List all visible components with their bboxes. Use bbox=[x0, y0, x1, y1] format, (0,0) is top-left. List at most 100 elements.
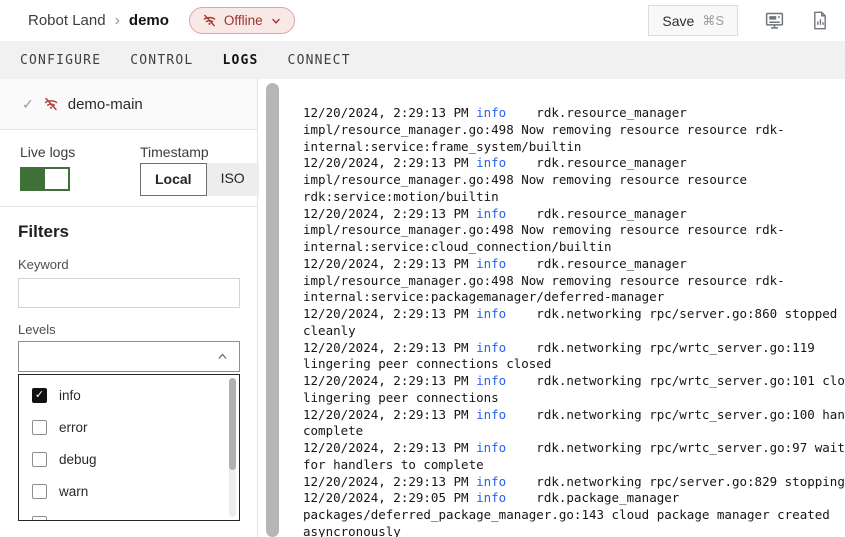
tab-bar: CONFIGURE CONTROL LOGS CONNECT bbox=[0, 41, 845, 79]
log-timestamp: 12/20/2024, 2:29:13 PM bbox=[303, 340, 476, 355]
chevron-down-icon bbox=[270, 15, 282, 27]
filters-title: Filters bbox=[18, 222, 239, 242]
log-level-badge: info bbox=[476, 340, 506, 355]
level-option-label: warn bbox=[59, 484, 88, 499]
checkbox[interactable] bbox=[32, 420, 47, 435]
log-message-continuation: internal:service:cloud_connection/builti… bbox=[303, 239, 845, 256]
status-label: Offline bbox=[224, 13, 263, 28]
log-timestamp: 12/20/2024, 2:29:13 PM bbox=[303, 306, 476, 321]
log-entry: 12/20/2024, 2:29:05 PM info rdk.package_… bbox=[303, 490, 845, 537]
log-entry: 12/20/2024, 2:29:13 PM info rdk.networki… bbox=[303, 373, 845, 407]
log-message-continuation: complete bbox=[303, 423, 845, 440]
timestamp-iso-button[interactable]: ISO bbox=[207, 163, 259, 196]
log-level-badge: info bbox=[476, 105, 506, 120]
levels-select[interactable] bbox=[18, 341, 240, 372]
log-level-badge: info bbox=[476, 440, 506, 455]
checkbox[interactable]: ✓ bbox=[32, 388, 47, 403]
part-selector-demo-main[interactable]: ✓ demo-main bbox=[0, 79, 257, 130]
log-message-continuation: for handlers to complete bbox=[303, 457, 845, 474]
level-option[interactable] bbox=[19, 507, 239, 521]
log-message-continuation: lingering peer connections bbox=[303, 390, 845, 407]
checkbox[interactable] bbox=[32, 516, 47, 522]
timestamp-local-button[interactable]: Local bbox=[140, 163, 207, 196]
log-timestamp: 12/20/2024, 2:29:13 PM bbox=[303, 373, 476, 388]
level-option-debug[interactable]: debug bbox=[19, 443, 239, 475]
log-entry: 12/20/2024, 2:29:13 PM info rdk.networki… bbox=[303, 474, 845, 491]
wifi-off-icon bbox=[202, 13, 217, 28]
save-shortcut: ⌘S bbox=[702, 13, 724, 29]
keyword-label: Keyword bbox=[18, 257, 239, 272]
log-scrollbar-thumb[interactable] bbox=[266, 83, 279, 537]
log-timestamp: 12/20/2024, 2:29:13 PM bbox=[303, 256, 476, 271]
log-timestamp: 12/20/2024, 2:29:13 PM bbox=[303, 155, 476, 170]
log-message-continuation: internal:service:packagemanager/deferred… bbox=[303, 289, 845, 306]
tab-control[interactable]: CONTROL bbox=[130, 49, 193, 72]
log-entry: 12/20/2024, 2:29:13 PM info rdk.networki… bbox=[303, 340, 845, 374]
live-logs-label: Live logs bbox=[20, 144, 75, 160]
breadcrumb-machine[interactable]: demo bbox=[129, 12, 169, 29]
checkbox[interactable] bbox=[32, 484, 47, 499]
level-option-label: info bbox=[59, 388, 81, 403]
log-message-continuation: cleanly bbox=[303, 323, 845, 340]
document-chart-icon[interactable] bbox=[811, 11, 829, 30]
keyword-input[interactable] bbox=[18, 278, 240, 308]
toggle-knob bbox=[45, 169, 68, 189]
timestamp-label: Timestamp bbox=[140, 144, 209, 160]
log-panel: 12/20/2024, 2:29:13 PM info rdk.resource… bbox=[303, 79, 845, 537]
log-message: rdk.networking rpc/wrtc_server.go:100 ha… bbox=[506, 407, 845, 422]
status-dropdown[interactable]: Offline bbox=[189, 7, 295, 34]
log-timestamp: 12/20/2024, 2:29:13 PM bbox=[303, 206, 476, 221]
levels-option-list: ✓ info error debug warn bbox=[19, 375, 239, 521]
breadcrumb-separator: › bbox=[115, 12, 120, 30]
checkbox[interactable] bbox=[32, 452, 47, 467]
tab-logs[interactable]: LOGS bbox=[222, 49, 258, 72]
dropdown-scrollbar-track bbox=[229, 378, 236, 517]
log-entry: 12/20/2024, 2:29:13 PM info rdk.resource… bbox=[303, 256, 845, 306]
log-message-continuation: impl/resource_manager.go:498 Now removin… bbox=[303, 172, 845, 189]
log-entry: 12/20/2024, 2:29:13 PM info rdk.resource… bbox=[303, 105, 845, 155]
save-button[interactable]: Save ⌘S bbox=[648, 5, 738, 36]
log-message-continuation: impl/resource_manager.go:498 Now removin… bbox=[303, 122, 845, 139]
level-option-label: error bbox=[59, 420, 88, 435]
log-message-continuation: rdk:service:motion/builtin bbox=[303, 189, 845, 206]
log-message-continuation: asyncronously bbox=[303, 524, 845, 537]
live-logs-toggle[interactable] bbox=[20, 167, 70, 191]
log-message: rdk.resource_manager bbox=[506, 206, 687, 221]
level-option-error[interactable]: error bbox=[19, 411, 239, 443]
log-entry: 12/20/2024, 2:29:13 PM info rdk.resource… bbox=[303, 155, 845, 205]
level-option-warn[interactable]: warn bbox=[19, 475, 239, 507]
log-message: rdk.networking rpc/server.go:829 stoppin… bbox=[506, 474, 845, 489]
log-level-badge: info bbox=[476, 474, 506, 489]
levels-label: Levels bbox=[18, 322, 239, 337]
log-level-badge: info bbox=[476, 256, 506, 271]
log-timestamp: 12/20/2024, 2:29:13 PM bbox=[303, 474, 476, 489]
log-level-badge: info bbox=[476, 490, 506, 505]
log-level-badge: info bbox=[476, 206, 506, 221]
top-header: Robot Land › demo Offline Save ⌘S bbox=[0, 0, 845, 41]
log-level-badge: info bbox=[476, 407, 506, 422]
main-content: ✓ demo-main Live logs Timestamp Local IS… bbox=[0, 79, 845, 537]
log-message-continuation: impl/resource_manager.go:498 Now removin… bbox=[303, 222, 845, 239]
log-message: rdk.networking rpc/wrtc_server.go:97 wai… bbox=[506, 440, 845, 455]
tab-configure[interactable]: CONFIGURE bbox=[20, 49, 101, 72]
log-message: rdk.networking rpc/wrtc_server.go:119 bbox=[506, 340, 815, 355]
timestamp-format-switch: Local ISO bbox=[140, 163, 259, 196]
monitor-icon[interactable] bbox=[764, 10, 785, 31]
levels-dropdown: ✓ info error debug warn bbox=[18, 374, 240, 521]
save-label: Save bbox=[662, 13, 694, 29]
log-entry: 12/20/2024, 2:29:13 PM info rdk.networki… bbox=[303, 306, 845, 340]
part-name: demo-main bbox=[68, 96, 143, 113]
level-option-info[interactable]: ✓ info bbox=[19, 379, 239, 411]
log-message: rdk.networking rpc/wrtc_server.go:101 cl… bbox=[506, 373, 845, 388]
log-entry: 12/20/2024, 2:29:13 PM info rdk.resource… bbox=[303, 206, 845, 256]
chevron-up-icon bbox=[216, 350, 229, 363]
log-timestamp: 12/20/2024, 2:29:13 PM bbox=[303, 407, 476, 422]
log-options-section: Live logs Timestamp Local ISO bbox=[0, 130, 257, 207]
breadcrumb-org[interactable]: Robot Land bbox=[28, 12, 106, 29]
log-level-badge: info bbox=[476, 155, 506, 170]
tab-connect[interactable]: CONNECT bbox=[288, 49, 351, 72]
dropdown-scrollbar-thumb[interactable] bbox=[229, 378, 236, 470]
log-level-badge: info bbox=[476, 306, 506, 321]
log-message-continuation: internal:service:frame_system/builtin bbox=[303, 139, 845, 156]
log-timestamp: 12/20/2024, 2:29:13 PM bbox=[303, 105, 476, 120]
